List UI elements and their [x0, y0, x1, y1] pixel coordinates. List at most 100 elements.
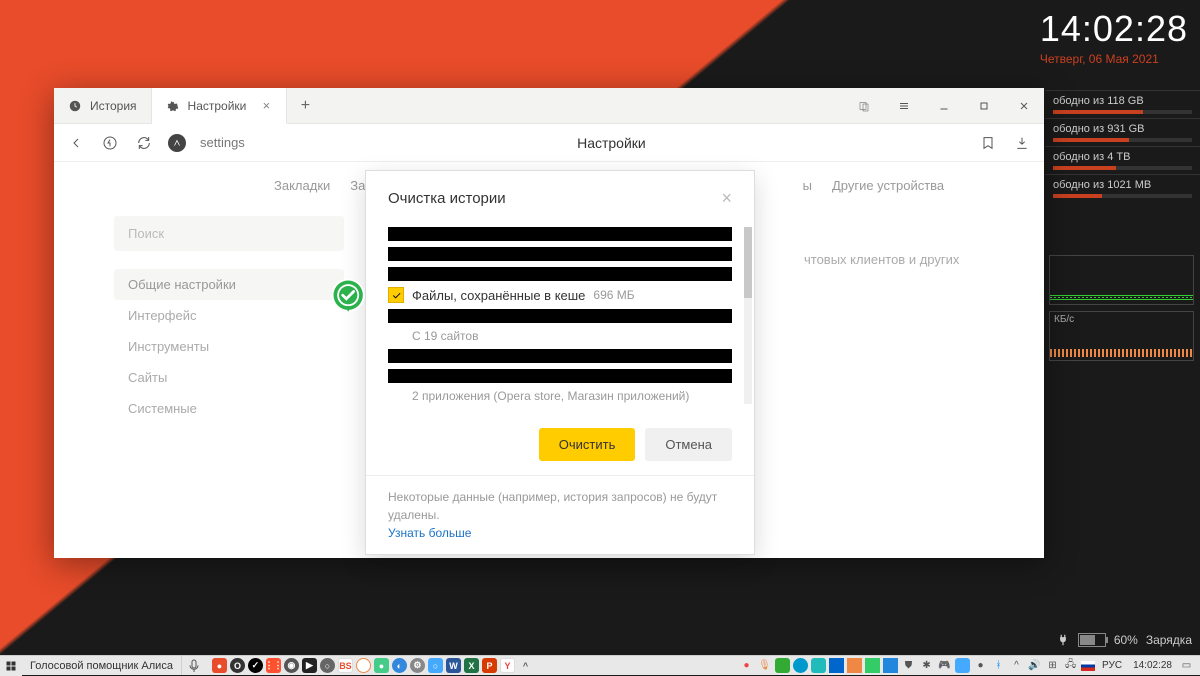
redacted-row [388, 349, 732, 363]
taskbar-apps: ● O ✓ ⋮⋮ ◉ ▶ ○ BS ● ◐ ⚙ ○ W X P Y ^ [206, 658, 533, 673]
tab-settings[interactable]: Настройки × [152, 88, 288, 124]
cache-size: 696 МБ [593, 288, 634, 302]
tray-icon[interactable] [865, 658, 880, 673]
nav-tab[interactable]: ы [803, 178, 812, 193]
tray-icon[interactable] [829, 658, 844, 673]
app-icon[interactable]: P [482, 658, 497, 673]
taskbar-assistant[interactable]: Голосовой помощник Алиса [22, 656, 182, 675]
tab-label: История [90, 99, 137, 113]
cache-checkbox-row[interactable]: Файлы, сохранённые в кеше 696 МБ [388, 287, 732, 303]
minimize-button[interactable] [924, 88, 964, 123]
app-icon[interactable]: ✓ [248, 658, 263, 673]
tray-icon[interactable] [847, 658, 862, 673]
address-bar[interactable]: settings [200, 135, 245, 150]
checkbox-checked-icon[interactable] [388, 287, 404, 303]
battery-percent: 60% [1114, 633, 1138, 647]
app-icon[interactable]: Y [500, 658, 515, 673]
tray-icon[interactable] [793, 658, 808, 673]
modal-footer: Некоторые данные (например, история запр… [366, 475, 754, 554]
tray-icon[interactable]: 🎮 [937, 658, 952, 673]
app-icon[interactable]: ◉ [284, 658, 299, 673]
reload-button[interactable] [134, 133, 154, 153]
redacted-row [388, 227, 732, 241]
clear-button[interactable]: Очистить [539, 428, 636, 461]
app-icon[interactable]: ◐ [392, 658, 407, 673]
browser-toolbar: settings Настройки [54, 124, 1044, 162]
bookmark-icon[interactable] [978, 133, 998, 153]
tray-icon[interactable]: ● [739, 658, 754, 673]
tray-icon[interactable]: ● [973, 658, 988, 673]
app-icon[interactable]: X [464, 658, 479, 673]
volume-icon[interactable]: 🔊 [1027, 658, 1042, 673]
close-icon[interactable]: × [260, 100, 272, 112]
download-icon[interactable] [1012, 133, 1032, 153]
battery-icon [1078, 633, 1106, 647]
tray-icon[interactable]: ⛊ [901, 658, 916, 673]
clear-history-modal: Очистка истории × Файлы, сохранённые в к… [365, 170, 755, 555]
action-center-icon[interactable]: ▭ [1179, 658, 1194, 673]
sidebar-toggle-icon[interactable] [844, 88, 884, 123]
close-button[interactable] [1004, 88, 1044, 123]
tray-icon[interactable] [955, 658, 970, 673]
disk-usage-widget: ободно из 118 GB ободно из 931 GB ободно… [1045, 90, 1200, 202]
chevron-up-icon[interactable]: ^ [518, 658, 533, 673]
taskbar: Голосовой помощник Алиса ● O ✓ ⋮⋮ ◉ ▶ ○ … [0, 655, 1200, 675]
sidebar-item-interface[interactable]: Интерфейс [114, 300, 344, 331]
apps-count: 2 приложения (Opera store, Магазин прило… [388, 389, 732, 403]
tray-language[interactable]: РУС [1098, 660, 1126, 671]
app-icon[interactable]: W [446, 658, 461, 673]
tray-icon[interactable] [775, 658, 790, 673]
settings-sidebar: Поиск Общие настройки Интерфейс Инструме… [114, 216, 344, 424]
tray-icon[interactable]: ✱ [919, 658, 934, 673]
battery-status: Зарядка [1146, 633, 1192, 647]
disk-row: ободно из 4 ТВ [1045, 146, 1200, 174]
flag-ru-icon[interactable] [1081, 661, 1095, 671]
tray-clock[interactable]: 14:02:28 [1129, 660, 1176, 671]
app-icon[interactable]: BS [338, 658, 353, 673]
network-icon[interactable]: 🖧 [1063, 658, 1078, 673]
sidebar-item-tools[interactable]: Инструменты [114, 331, 344, 362]
sites-count: С 19 сайтов [388, 329, 732, 343]
success-badge-icon [328, 275, 372, 319]
tray-icon[interactable] [811, 658, 826, 673]
app-icon[interactable]: ○ [428, 658, 443, 673]
app-icon[interactable]: ○ [320, 658, 335, 673]
cancel-button[interactable]: Отмена [645, 428, 732, 461]
app-icon[interactable]: ⚙ [410, 658, 425, 673]
sidebar-item-general[interactable]: Общие настройки [114, 269, 344, 300]
clock-icon [68, 99, 82, 113]
sidebar-item-system[interactable]: Системные [114, 393, 344, 424]
chevron-up-icon[interactable]: ^ [1009, 658, 1024, 673]
tab-history[interactable]: История [54, 88, 152, 123]
tray-icon[interactable]: 🎙 [757, 658, 772, 673]
clock-time: 14:02:28 [1040, 8, 1188, 50]
sidebar-item-sites[interactable]: Сайты [114, 362, 344, 393]
scrollbar[interactable] [744, 227, 752, 404]
nav-tab[interactable]: Другие устройства [832, 178, 944, 193]
start-button[interactable] [0, 656, 22, 676]
app-icon[interactable]: O [230, 658, 245, 673]
learn-more-link[interactable]: Узнать больше [388, 526, 471, 540]
app-icon[interactable]: ● [374, 658, 389, 673]
search-input[interactable]: Поиск [114, 216, 344, 251]
site-icon[interactable] [168, 134, 186, 152]
background-text: чтовых клиентов и других [804, 250, 959, 271]
tray-icon[interactable]: ⊞ [1045, 658, 1060, 673]
app-icon[interactable] [356, 658, 371, 673]
microphone-icon[interactable] [182, 656, 206, 676]
app-icon[interactable]: ● [212, 658, 227, 673]
network-widget: КБ/с [1049, 255, 1194, 367]
menu-icon[interactable] [884, 88, 924, 123]
nav-tab[interactable]: Закладки [274, 178, 330, 193]
page-title: Настройки [259, 135, 964, 151]
modal-close-button[interactable]: × [721, 189, 732, 207]
tray-icon[interactable] [883, 658, 898, 673]
yandex-icon[interactable] [100, 133, 120, 153]
app-icon[interactable]: ▶ [302, 658, 317, 673]
gear-icon [166, 99, 180, 113]
maximize-button[interactable] [964, 88, 1004, 123]
new-tab-button[interactable]: + [287, 88, 323, 123]
app-icon[interactable]: ⋮⋮ [266, 658, 281, 673]
bluetooth-icon[interactable]: ᚼ [991, 658, 1006, 673]
back-button[interactable] [66, 133, 86, 153]
